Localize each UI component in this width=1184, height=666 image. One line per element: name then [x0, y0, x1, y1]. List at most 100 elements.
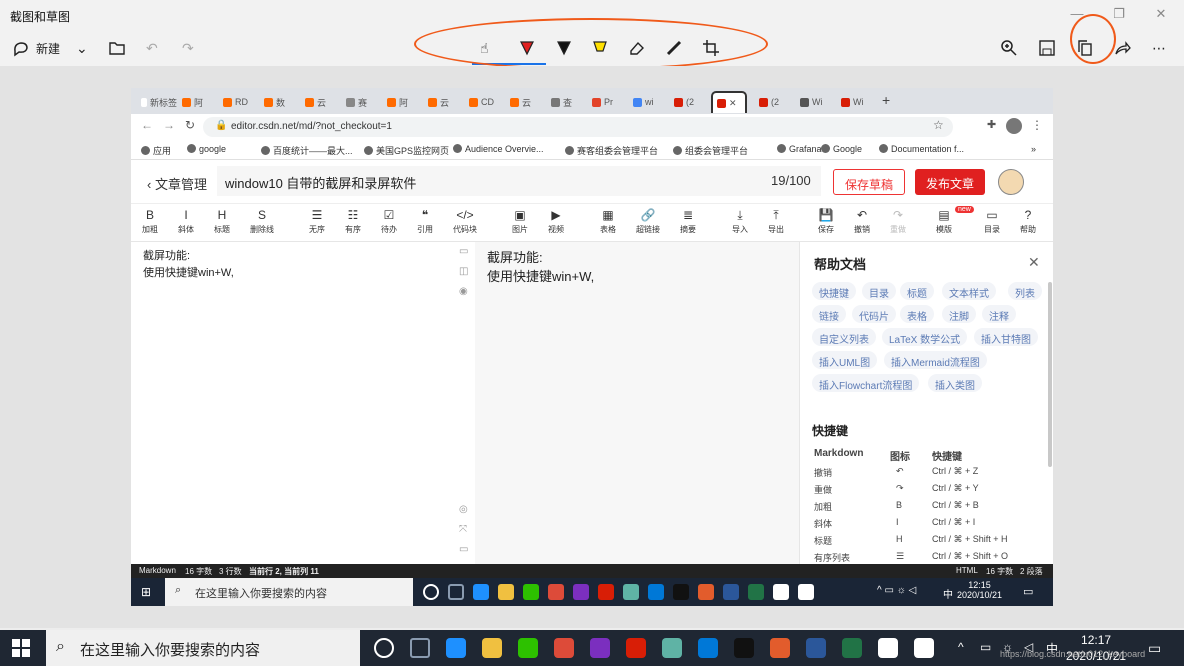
open-folder-icon[interactable] — [108, 36, 126, 60]
bookmark-item[interactable]: google — [187, 144, 226, 154]
toolbar-button-0[interactable]: B 加粗 — [135, 208, 165, 235]
app-icon[interactable] — [770, 638, 790, 658]
new-button[interactable]: 新建 — [12, 36, 60, 60]
new-dropdown-chevron-icon[interactable]: ⌄ — [76, 36, 88, 60]
inner-word-icon[interactable] — [723, 584, 739, 600]
browser-tab[interactable]: 查 — [547, 91, 587, 113]
inner-app-icon[interactable] — [698, 584, 714, 600]
inner-explorer-icon[interactable] — [498, 584, 514, 600]
inner-search-box[interactable]: ⌕ 在这里输入你要搜索的内容 — [165, 578, 413, 606]
inner-chrome-icon[interactable] — [548, 584, 564, 600]
publish-button[interactable]: 发布文章 — [915, 169, 985, 195]
help-chip[interactable]: 快捷键 — [812, 282, 856, 300]
share-icon[interactable] — [1114, 36, 1132, 60]
help-chip[interactable]: 链接 — [812, 305, 846, 323]
toolbar-button-13[interactable]: ≣ 摘要 — [673, 208, 703, 235]
browser-tab[interactable]: 数 — [260, 91, 300, 113]
inner-cmd-icon[interactable] — [673, 584, 689, 600]
help-chip[interactable]: 目录 — [862, 282, 896, 300]
toolbar-button-8[interactable]: </> 代码块 — [450, 208, 480, 235]
help-chip[interactable]: 列表 — [1008, 282, 1042, 300]
inner-windows-start-icon[interactable]: ⊞ — [141, 585, 151, 599]
back-to-articles-link[interactable]: ‹ 文章管理 — [147, 174, 207, 193]
browser-tab[interactable]: Wi — [796, 91, 836, 113]
browser-tab[interactable]: Wi — [837, 91, 877, 113]
browser-tab[interactable]: wi — [629, 91, 669, 113]
browser-tab[interactable]: 云 — [506, 91, 546, 113]
toolbar-button-5[interactable]: ☷ 有序 — [338, 208, 368, 235]
browser-tab[interactable]: Pr — [588, 91, 628, 113]
excel-icon[interactable] — [842, 638, 862, 658]
inner-jetbrains-icon[interactable] — [573, 584, 589, 600]
inner-edge-icon[interactable] — [473, 584, 489, 600]
help-chip[interactable]: 表格 — [900, 305, 934, 323]
help-chip[interactable]: 自定义列表 — [812, 328, 876, 346]
undo-icon[interactable]: ↶ — [146, 36, 158, 60]
monitor-icon[interactable]: ▭ — [459, 544, 468, 555]
bookmark-item[interactable]: 赛客组委会管理平台 — [565, 144, 658, 157]
inner-ime[interactable]: 中 — [943, 586, 953, 601]
toolbar-button-16[interactable]: 💾 保存 — [811, 208, 841, 235]
markdown-source-pane[interactable]: 截屏功能: 使用快捷键win+W, — [131, 242, 453, 564]
close-button[interactable]: ✕ — [1148, 6, 1174, 24]
browser-tab[interactable]: 新标签 — [137, 91, 177, 113]
help-scrollbar[interactable] — [1048, 282, 1052, 467]
help-chip[interactable]: 注释 — [982, 305, 1016, 323]
notepad-icon[interactable] — [662, 638, 682, 658]
store-icon[interactable] — [878, 638, 898, 658]
toolbar-button-14[interactable]: ⤓ 导入 — [725, 208, 755, 235]
help-chip[interactable]: 文本样式 — [942, 282, 996, 300]
inner-powershell-icon[interactable] — [648, 584, 664, 600]
inner-excel-icon[interactable] — [748, 584, 764, 600]
zoom-icon[interactable] — [1000, 36, 1018, 60]
browser-tab[interactable]: 赛 — [342, 91, 382, 113]
toolbar-button-6[interactable]: ☑ 待办 — [374, 208, 404, 235]
browser-tab[interactable]: 阿 — [383, 91, 423, 113]
csdn-icon[interactable] — [626, 638, 646, 658]
help-close-icon[interactable]: ✕ — [1028, 254, 1040, 271]
more-options-icon[interactable]: ⋯ — [1152, 36, 1166, 60]
user-avatar[interactable] — [998, 169, 1024, 195]
help-chip[interactable]: 插入Flowchart流程图 — [812, 374, 920, 392]
browser-tab[interactable]: (2 — [755, 91, 795, 113]
bookmark-item[interactable]: 百度统计——最大... — [261, 144, 353, 157]
jetbrains-icon[interactable] — [590, 638, 610, 658]
toolbar-button-2[interactable]: H 标题 — [207, 208, 237, 235]
help-chip[interactable]: LaTeX 数学公式 — [882, 328, 968, 346]
bookmark-item[interactable]: 组委会管理平台 — [673, 144, 748, 157]
browser-tab[interactable]: ✕ — [711, 91, 747, 113]
reload-icon[interactable]: ↻ — [185, 118, 195, 132]
tray-chevron-icon[interactable]: ^ — [958, 640, 964, 654]
inner-csdn-icon[interactable] — [598, 584, 614, 600]
forward-arrow-icon[interactable]: → — [163, 118, 175, 132]
bookmark-item[interactable]: Grafana — [777, 144, 822, 154]
article-title-input[interactable]: window10 自带的截屏和录屏软件 — [217, 166, 821, 196]
toolbar-button-15[interactable]: ⤒ 导出 — [761, 208, 791, 235]
preview-eye-icon[interactable]: ◉ — [459, 286, 468, 297]
wechat-icon[interactable] — [518, 638, 538, 658]
inner-photos-icon[interactable] — [798, 584, 814, 600]
focus-icon[interactable]: ◎ — [459, 504, 468, 515]
bookmarks-more[interactable]: » — [1031, 144, 1036, 154]
chrome-icon[interactable] — [554, 638, 574, 658]
new-tab-icon[interactable]: + — [882, 92, 890, 108]
help-chip[interactable]: 插入UML图 — [812, 351, 878, 369]
split-view-icon[interactable]: ◫ — [459, 266, 468, 277]
help-chip[interactable]: 插入Mermaid流程图 — [884, 351, 987, 369]
timeline-icon[interactable] — [410, 638, 430, 658]
toolbar-button-4[interactable]: ☰ 无序 — [302, 208, 332, 235]
taskbar-clock[interactable]: 12:17 2020/10/21 — [1066, 632, 1126, 664]
url-field[interactable]: 🔒 editor.csdn.net/md/?not_checkout=1 — [203, 117, 953, 137]
tab-close-icon[interactable]: ✕ — [729, 98, 737, 109]
bookmark-item[interactable]: 应用 — [141, 144, 171, 157]
browser-tab[interactable]: 云 — [301, 91, 341, 113]
photos-icon[interactable] — [914, 638, 934, 658]
toolbar-button-10[interactable]: ▶ 视频 — [541, 208, 571, 235]
help-chip[interactable]: 代码片 — [852, 305, 896, 323]
browser-tab[interactable]: 云 — [424, 91, 464, 113]
help-chip[interactable]: 标题 — [900, 282, 934, 300]
toolbar-button-20[interactable]: ▭ 目录 — [977, 208, 1007, 235]
star-icon[interactable]: ☆ — [933, 118, 944, 132]
toolbar-button-12[interactable]: 🔗 超链接 — [633, 208, 663, 235]
help-chip[interactable]: 注脚 — [942, 305, 976, 323]
